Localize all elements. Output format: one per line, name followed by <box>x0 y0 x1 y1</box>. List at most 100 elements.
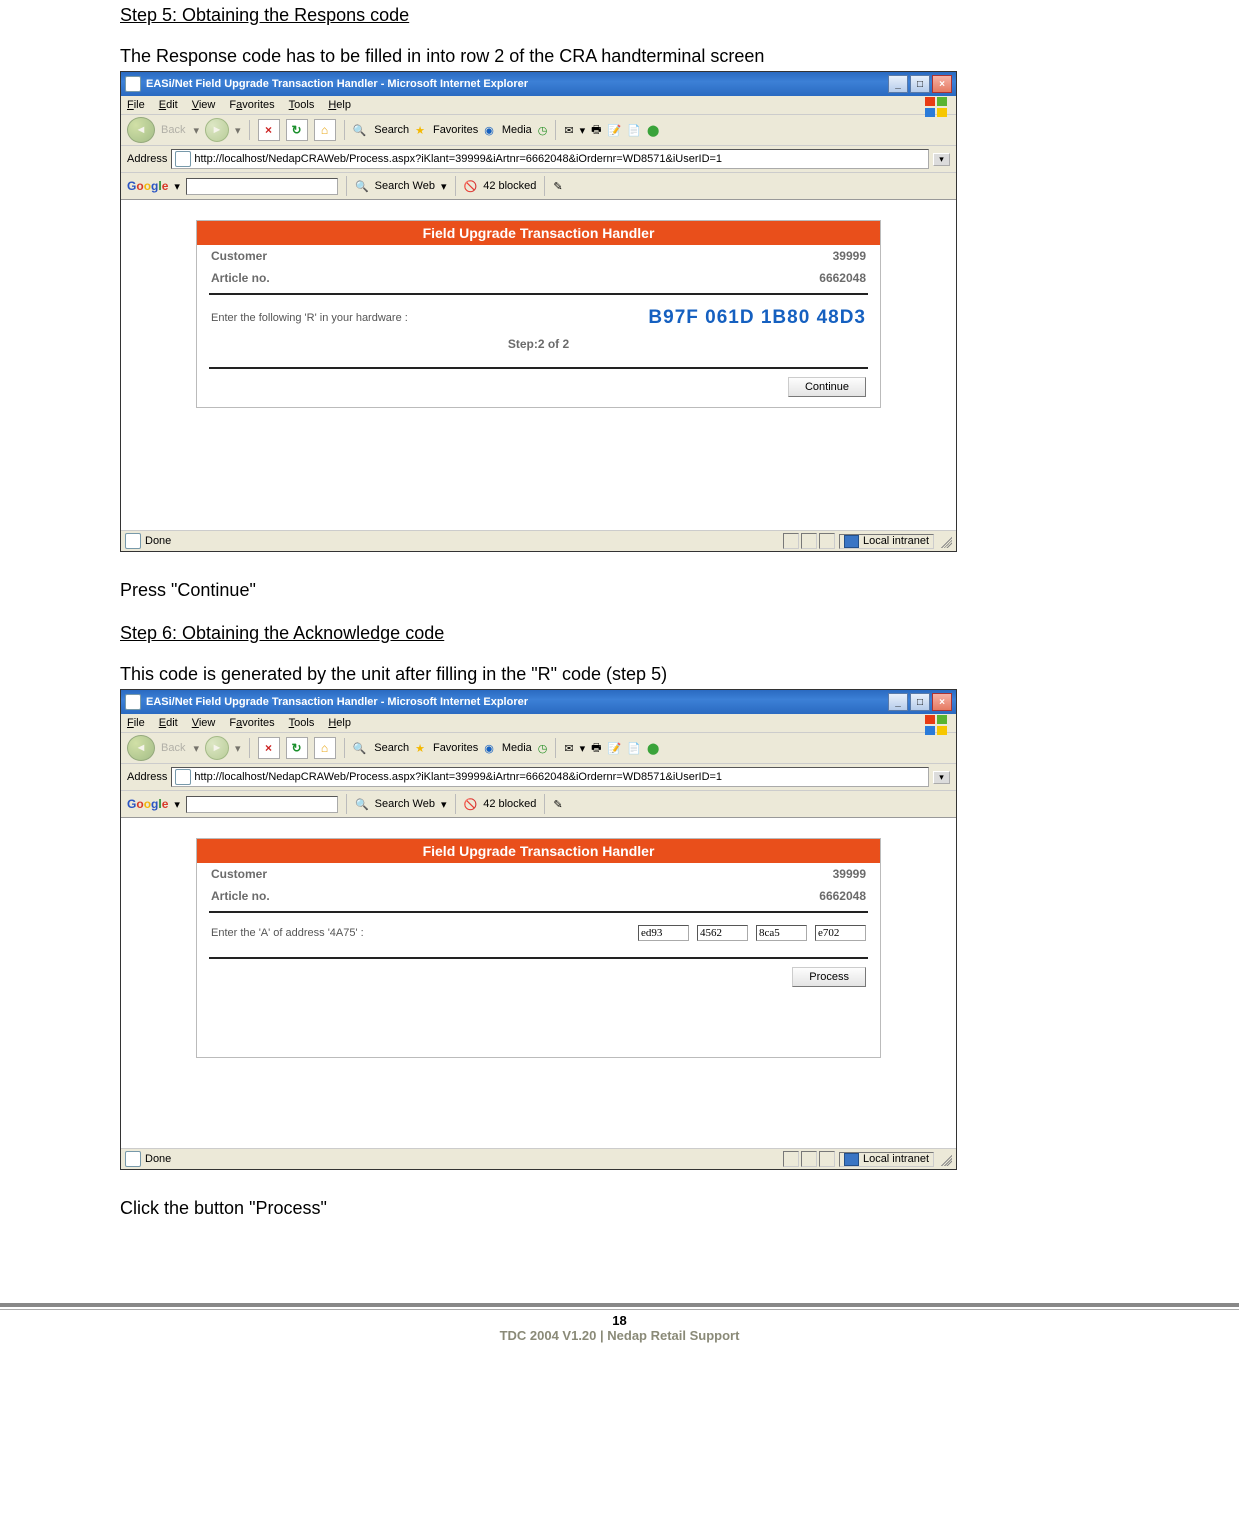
edit-icon[interactable]: 📝 <box>608 742 622 755</box>
popup-blocked-icon[interactable]: 🚫 <box>464 798 478 811</box>
back-button[interactable]: ◄ <box>127 735 155 761</box>
menu-help[interactable]: Help <box>328 99 351 111</box>
address-url: http://localhost/NedapCRAWeb/Process.asp… <box>194 153 722 165</box>
messenger-icon[interactable]: ⬤ <box>647 124 659 137</box>
customer-label: Customer <box>211 867 267 881</box>
ie-menubar: File Edit View Favorites Tools Help <box>121 96 956 115</box>
ie-page-icon <box>175 769 191 785</box>
close-button[interactable]: × <box>932 75 952 93</box>
ie-page-icon <box>125 1151 141 1167</box>
windows-logo-icon <box>924 714 950 736</box>
footer-line: TDC 2004 V1.20 | Nedap Retail Support <box>0 1328 1239 1343</box>
close-button[interactable]: × <box>932 693 952 711</box>
menu-edit[interactable]: Edit <box>159 717 178 729</box>
resize-grip[interactable] <box>938 1152 952 1166</box>
address-url: http://localhost/NedapCRAWeb/Process.asp… <box>194 771 722 783</box>
discuss-icon[interactable]: 📄 <box>627 124 641 137</box>
search-label: Search <box>374 742 409 754</box>
media-icon[interactable]: ◉ <box>484 742 494 755</box>
discuss-icon[interactable]: 📄 <box>627 742 641 755</box>
a-input-2[interactable] <box>697 925 748 941</box>
article-value: 6662048 <box>819 271 866 285</box>
search-icon[interactable]: 🔍 <box>353 742 367 755</box>
autofill-icon[interactable]: ✎ <box>553 180 562 193</box>
menu-tools[interactable]: Tools <box>289 717 315 729</box>
address-dropdown[interactable]: ▾ <box>933 153 950 166</box>
menu-help[interactable]: Help <box>328 717 351 729</box>
status-done: Done <box>145 535 171 547</box>
zone-icon <box>844 1153 859 1166</box>
refresh-icon[interactable]: ↻ <box>286 119 308 141</box>
forward-button[interactable]: ► <box>205 118 229 142</box>
google-logo: Google <box>127 179 168 193</box>
popup-blocked-icon[interactable]: 🚫 <box>464 180 478 193</box>
print-icon[interactable]: 🖶 <box>591 739 601 758</box>
menu-tools[interactable]: Tools <box>289 99 315 111</box>
a-input-4[interactable] <box>815 925 866 941</box>
customer-value: 39999 <box>833 867 866 881</box>
ie-statusbar: Done Local intranet <box>121 1148 956 1169</box>
search-icon[interactable]: 🔍 <box>353 124 367 137</box>
print-icon[interactable]: 🖶 <box>591 121 601 140</box>
refresh-icon[interactable]: ↻ <box>286 737 308 759</box>
address-input[interactable]: http://localhost/NedapCRAWeb/Process.asp… <box>171 149 929 169</box>
home-icon[interactable]: ⌂ <box>314 737 336 759</box>
resize-grip[interactable] <box>938 534 952 548</box>
step5-intro: The Response code has to be filled in in… <box>120 46 1119 67</box>
tx-header: Field Upgrade Transaction Handler <box>197 839 880 863</box>
step6-heading: Step 6: Obtaining the Acknowledge code <box>120 623 1119 644</box>
continue-button[interactable]: Continue <box>788 377 866 397</box>
menu-view[interactable]: View <box>192 717 216 729</box>
google-search-input[interactable] <box>186 178 338 195</box>
favorites-icon[interactable]: ★ <box>415 742 425 755</box>
edit-icon[interactable]: 📝 <box>608 124 622 137</box>
menu-favorites[interactable]: Favorites <box>229 717 274 729</box>
history-icon[interactable]: ◷ <box>538 124 548 137</box>
media-label: Media <box>502 742 532 754</box>
back-label: Back <box>161 742 185 754</box>
minimize-button[interactable]: _ <box>888 693 908 711</box>
menu-view[interactable]: View <box>192 99 216 111</box>
a-input-3[interactable] <box>756 925 807 941</box>
customer-label: Customer <box>211 249 267 263</box>
ie-toolbar: ◄ Back▾ ►▾ × ↻ ⌂ 🔍Search ★Favorites ◉Med… <box>121 733 956 764</box>
status-done: Done <box>145 1153 171 1165</box>
messenger-icon[interactable]: ⬤ <box>647 742 659 755</box>
forward-button[interactable]: ► <box>205 736 229 760</box>
ie-title-text: EASi/Net Field Upgrade Transaction Handl… <box>146 696 528 708</box>
zone-label: Local intranet <box>863 1153 929 1165</box>
ie-page-icon <box>125 533 141 549</box>
zone-label: Local intranet <box>863 535 929 547</box>
search-web-icon[interactable]: 🔍 <box>355 180 369 193</box>
address-dropdown[interactable]: ▾ <box>933 771 950 784</box>
address-input[interactable]: http://localhost/NedapCRAWeb/Process.asp… <box>171 767 929 787</box>
ie-menubar: File Edit View Favorites Tools Help <box>121 714 956 733</box>
a-input-1[interactable] <box>638 925 689 941</box>
maximize-button[interactable]: □ <box>910 693 930 711</box>
ie-content-area: Field Upgrade Transaction Handler Custom… <box>121 818 956 1148</box>
menu-favorites[interactable]: Favorites <box>229 99 274 111</box>
process-button[interactable]: Process <box>792 967 866 987</box>
google-search-input[interactable] <box>186 796 338 813</box>
menu-file[interactable]: File <box>127 717 145 729</box>
history-icon[interactable]: ◷ <box>538 742 548 755</box>
mail-icon[interactable]: ✉ <box>564 124 573 137</box>
menu-file[interactable]: File <box>127 99 145 111</box>
mail-icon[interactable]: ✉ <box>564 742 573 755</box>
autofill-icon[interactable]: ✎ <box>553 798 562 811</box>
r-code: B97F 061D 1B80 48D3 <box>648 307 866 329</box>
blocked-label: 42 blocked <box>483 798 536 810</box>
favorites-icon[interactable]: ★ <box>415 124 425 137</box>
maximize-button[interactable]: □ <box>910 75 930 93</box>
search-web-icon[interactable]: 🔍 <box>355 798 369 811</box>
ie-content-area: Field Upgrade Transaction Handler Custom… <box>121 200 956 530</box>
stop-icon[interactable]: × <box>258 119 280 141</box>
a-prompt: Enter the 'A' of address '4A75' : <box>211 927 364 939</box>
address-label: Address <box>127 153 167 165</box>
minimize-button[interactable]: _ <box>888 75 908 93</box>
menu-edit[interactable]: Edit <box>159 99 178 111</box>
stop-icon[interactable]: × <box>258 737 280 759</box>
back-button[interactable]: ◄ <box>127 117 155 143</box>
home-icon[interactable]: ⌂ <box>314 119 336 141</box>
media-icon[interactable]: ◉ <box>484 124 494 137</box>
